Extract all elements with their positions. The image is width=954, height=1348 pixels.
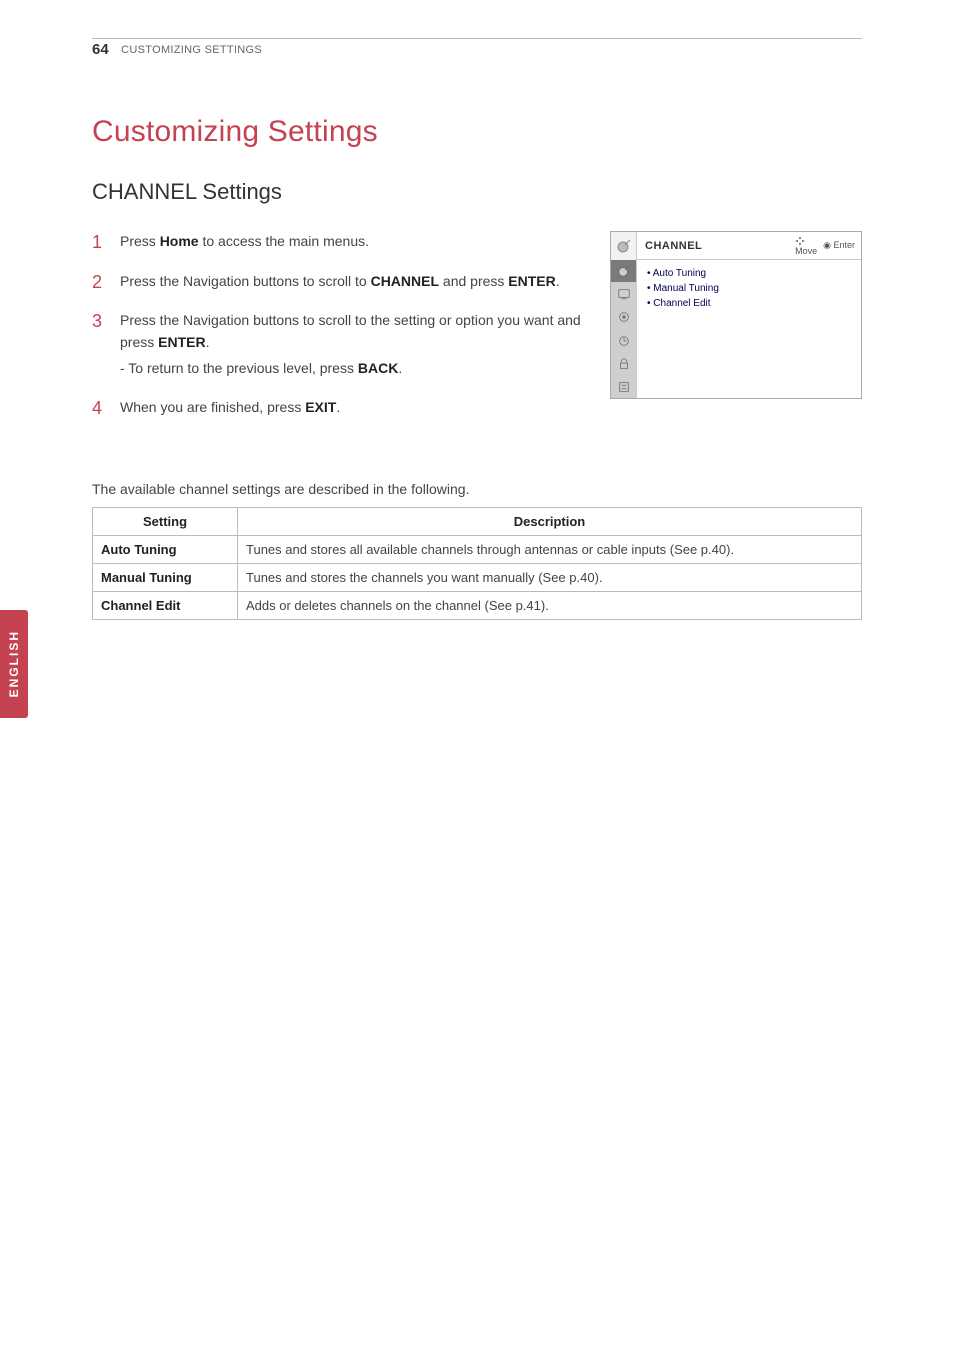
main-title: Customizing Settings: [92, 115, 862, 149]
enter-dot-icon: ◉: [823, 240, 831, 250]
home-key: Home: [160, 233, 199, 249]
page-header: 64 CUSTOMIZING SETTINGS: [92, 38, 862, 59]
table-row: Channel Edit Adds or deletes channels on…: [93, 592, 862, 620]
channel-key: CHANNEL: [371, 273, 439, 289]
step-3-sub: - To return to the previous level, press…: [120, 358, 590, 380]
language-side-tab: ENGLISH: [0, 610, 28, 718]
setting-desc: Adds or deletes channels on the channel …: [238, 592, 862, 620]
section-name: CUSTOMIZING SETTINGS: [121, 44, 262, 56]
osd-tab-channel[interactable]: [611, 260, 636, 283]
dish-icon: [611, 232, 637, 260]
option-icon: [617, 380, 631, 394]
col-setting: Setting: [93, 508, 238, 536]
page-content: Customizing Settings CHANNEL Settings Pr…: [92, 115, 862, 620]
language-label: ENGLISH: [7, 630, 21, 697]
col-description: Description: [238, 508, 862, 536]
setting-name: Manual Tuning: [93, 564, 238, 592]
step-4: When you are finished, press EXIT.: [92, 397, 590, 419]
setting-name: Channel Edit: [93, 592, 238, 620]
clock-icon: [617, 334, 631, 348]
steps-list: Press Home to access the main menus. Pre…: [92, 231, 590, 419]
sub-title: CHANNEL Settings: [92, 179, 862, 205]
osd-tab-lock[interactable]: [611, 353, 636, 376]
osd-item-channel-edit[interactable]: Channel Edit: [647, 296, 851, 311]
osd-item-auto-tuning[interactable]: Auto Tuning: [647, 266, 851, 281]
osd-tabs: [611, 260, 637, 398]
step-1: Press Home to access the main menus.: [92, 231, 590, 253]
osd-tab-audio[interactable]: [611, 306, 636, 329]
osd-tab-option[interactable]: [611, 376, 636, 398]
osd-title: CHANNEL: [637, 240, 789, 252]
nav-move-icon: [795, 236, 817, 246]
lock-icon: [617, 357, 631, 371]
osd-enter-hint: ◉ Enter: [823, 240, 855, 251]
back-key: BACK: [358, 360, 398, 376]
step-3: Press the Navigation buttons to scroll t…: [92, 310, 590, 379]
osd-tab-time[interactable]: [611, 330, 636, 353]
setting-desc: Tunes and stores the channels you want m…: [238, 564, 862, 592]
osd-preview: CHANNEL Move ◉ Enter: [610, 231, 862, 399]
table-intro: The available channel settings are descr…: [92, 481, 862, 497]
page-number: 64: [92, 41, 109, 58]
osd-item-manual-tuning[interactable]: Manual Tuning: [647, 281, 851, 296]
setting-name: Auto Tuning: [93, 536, 238, 564]
step-2: Press the Navigation buttons to scroll t…: [92, 271, 590, 293]
osd-tab-picture[interactable]: [611, 283, 636, 306]
table-row: Auto Tuning Tunes and stores all availab…: [93, 536, 862, 564]
settings-table: Setting Description Auto Tuning Tunes an…: [92, 507, 862, 620]
osd-header: CHANNEL Move ◉ Enter: [611, 232, 861, 260]
speaker-icon: [617, 310, 631, 324]
enter-key: ENTER: [158, 334, 205, 350]
dish-icon: [617, 264, 631, 278]
setting-desc: Tunes and stores all available channels …: [238, 536, 862, 564]
exit-key: EXIT: [305, 399, 336, 415]
osd-menu-list: Auto Tuning Manual Tuning Channel Edit: [637, 260, 861, 398]
enter-key: ENTER: [508, 273, 555, 289]
table-row: Manual Tuning Tunes and stores the chann…: [93, 564, 862, 592]
screen-icon: [617, 287, 631, 301]
osd-move-hint: Move: [795, 236, 817, 256]
